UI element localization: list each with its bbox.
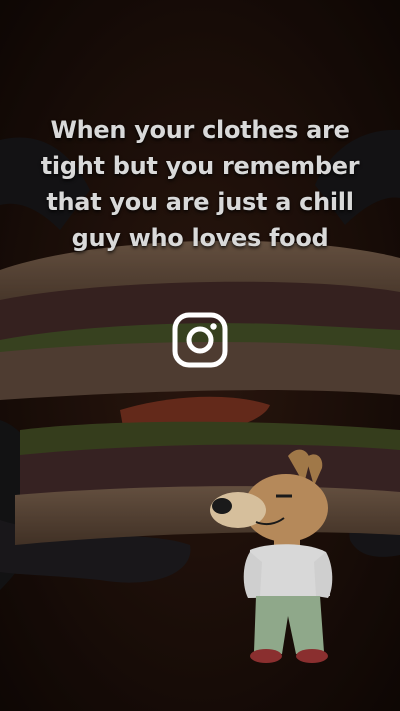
post-caption: When your clothes are tight but you reme…	[40, 116, 360, 252]
instagram-icon[interactable]	[172, 312, 228, 368]
chill-guy-character	[210, 449, 333, 663]
post-media: When your clothes are tight but you reme…	[0, 0, 400, 711]
